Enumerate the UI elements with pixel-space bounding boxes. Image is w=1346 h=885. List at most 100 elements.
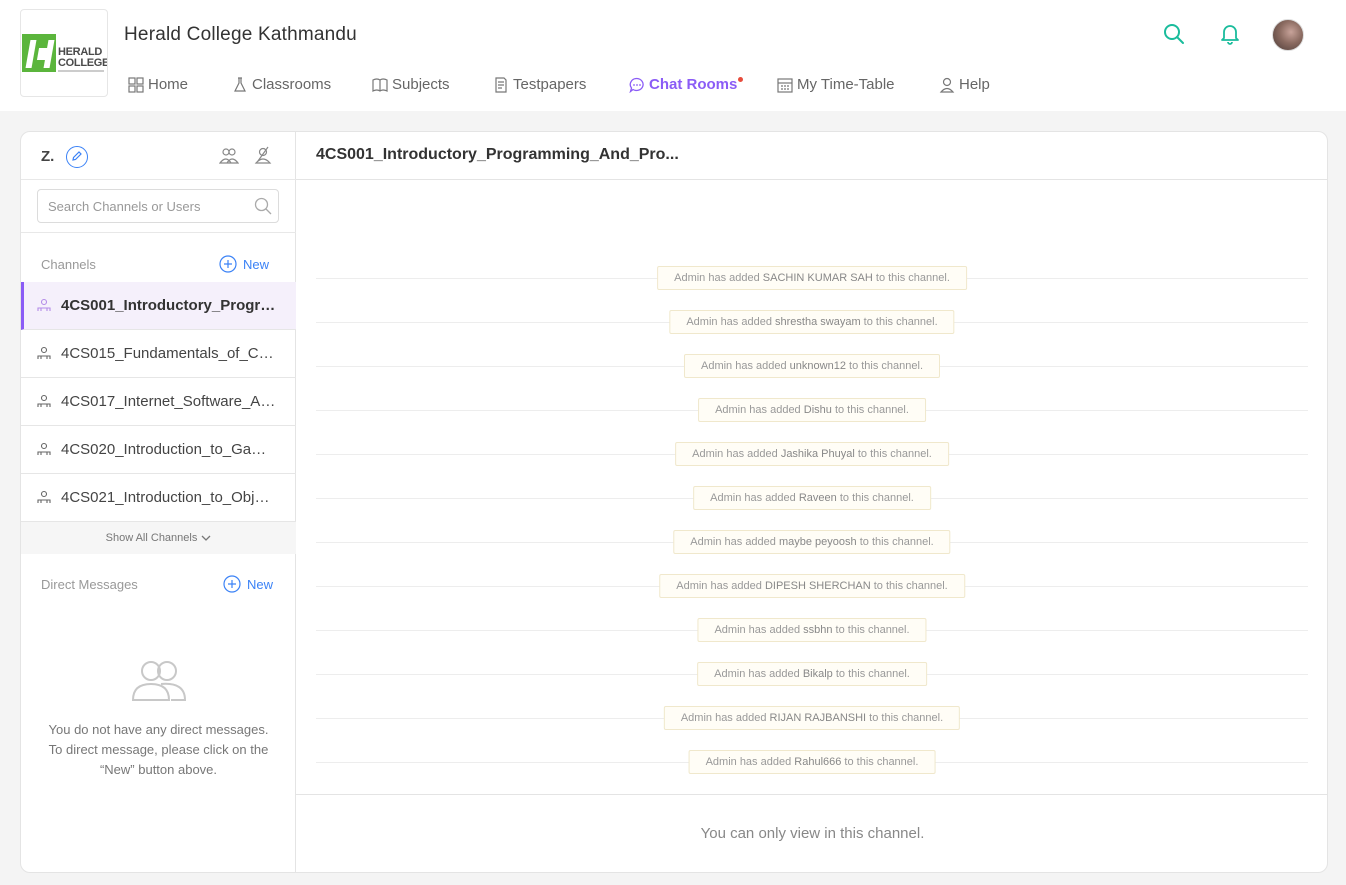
system-message: Admin has added unknown12 to this channe… xyxy=(316,354,1308,378)
msg-prefix: Admin has added xyxy=(692,448,778,460)
msg-suffix: to this channel. xyxy=(849,360,924,372)
msg-suffix: to this channel. xyxy=(857,448,932,460)
channel-item[interactable]: 4CS001_Introductory_Programming_And_Prob… xyxy=(21,282,296,330)
msg-prefix: Admin has added xyxy=(680,712,767,724)
channels-title: Channels xyxy=(41,257,96,272)
chat-title: 4CS001_Introductory_Programming_And_Pro.… xyxy=(316,146,679,163)
search-icon[interactable] xyxy=(254,197,272,220)
grid-icon xyxy=(128,76,144,93)
channel-list: 4CS001_Introductory_Programming_And_Prob… xyxy=(21,282,296,522)
nav-subjects[interactable]: Subjects xyxy=(372,76,450,93)
bell-icon[interactable] xyxy=(1220,23,1240,50)
chat-area: 4CS001_Introductory_Programming_And_Pro.… xyxy=(296,132,1327,872)
channel-item[interactable]: 4CS020_Introduction_to_Games_Development xyxy=(21,426,296,474)
channel-item[interactable]: 4CS015_Fundamentals_of_Computing xyxy=(21,330,296,378)
nav-my-time-table[interactable]: My Time-Table xyxy=(777,76,895,93)
dm-empty-state xyxy=(21,660,296,707)
channel-group-icon xyxy=(37,346,51,365)
msg-user-name: maybe peyoosh xyxy=(778,536,857,548)
msg-suffix: to this channel. xyxy=(835,668,910,680)
new-dm-button[interactable]: New xyxy=(223,575,273,593)
msg-user-name: unknown12 xyxy=(789,360,846,372)
chat-icon xyxy=(629,77,644,93)
channels-section-header: Channels New xyxy=(21,253,296,277)
new-channel-button[interactable]: New xyxy=(219,255,269,273)
logo-mark xyxy=(22,34,56,72)
system-message-pill: Admin has added Dishu to this channel. xyxy=(698,398,926,422)
msg-user-name: SACHIN KUMAR SAH xyxy=(762,272,873,284)
msg-suffix: to this channel. xyxy=(835,624,910,636)
system-message-pill: Admin has added Jashika Phuyal to this c… xyxy=(675,442,949,466)
msg-user-name: Raveen xyxy=(798,492,837,504)
chat-rooms-panel: Z. Channels New xyxy=(20,131,1328,873)
msg-suffix: to this channel. xyxy=(869,712,944,724)
show-all-channels-button[interactable]: Show All Channels xyxy=(21,522,296,554)
user-slash-icon[interactable] xyxy=(254,146,272,169)
system-message-pill: Admin has added shrestha swayam to this … xyxy=(669,310,955,334)
system-message: Admin has added ssbhn to this channel. xyxy=(316,618,1308,642)
college-name: Herald College Kathmandu xyxy=(124,24,357,45)
msg-prefix: Admin has added xyxy=(710,492,796,504)
system-message: Admin has added SACHIN KUMAR SAH to this… xyxy=(316,266,1308,290)
msg-suffix: to this channel. xyxy=(875,272,950,284)
msg-suffix: to this channel. xyxy=(834,404,909,416)
pencil-icon xyxy=(72,151,82,161)
system-message-pill: Admin has added unknown12 to this channe… xyxy=(683,354,941,378)
channel-item[interactable]: 4CS017_Internet_Software_Architecture xyxy=(21,378,296,426)
msg-suffix: to this channel. xyxy=(839,492,914,504)
channel-group-icon xyxy=(37,394,51,413)
channel-item[interactable]: 4CS021_Introduction_to_Object_Oriented_P… xyxy=(21,474,296,522)
sidebar-header: Z. xyxy=(21,132,296,180)
msg-prefix: Admin has added xyxy=(686,316,772,328)
msg-user-name: Jashika Phuyal xyxy=(780,448,855,460)
msg-prefix: Admin has added xyxy=(715,404,801,416)
nav-time-table-label: My Time-Table xyxy=(797,76,895,93)
msg-user-name: RIJAN RAJBANSHI xyxy=(769,712,867,724)
channel-label: 4CS001_Introductory_Programming_And_Prob… xyxy=(61,297,277,314)
msg-user-name: DIPESH SHERCHAN xyxy=(764,580,871,592)
nav-home[interactable]: Home xyxy=(128,76,188,93)
nav-classrooms[interactable]: Classrooms xyxy=(232,76,331,93)
system-message: Admin has added Raveen to this channel. xyxy=(316,486,1308,510)
search-icon[interactable] xyxy=(1163,23,1185,50)
top-header: HERALD COLLEGE Herald College Kathmandu … xyxy=(0,0,1346,111)
plus-circle-icon xyxy=(223,575,241,593)
nav-help[interactable]: Help xyxy=(939,76,990,93)
group-users-icon[interactable] xyxy=(218,147,240,170)
edit-profile-button[interactable] xyxy=(66,146,88,168)
users-empty-icon xyxy=(131,661,186,701)
document-icon xyxy=(495,76,507,93)
system-message: Admin has added Bikalp to this channel. xyxy=(316,662,1308,686)
plus-circle-icon xyxy=(219,255,237,273)
view-only-notice: You can only view in this channel. xyxy=(700,825,925,842)
dm-title: Direct Messages xyxy=(41,577,138,592)
channels-sidebar: Z. Channels New xyxy=(21,132,296,872)
logo-text-line2: COLLEGE xyxy=(58,57,108,69)
msg-prefix: Admin has added xyxy=(705,756,792,768)
system-message: Admin has added RIJAN RAJBANSHI to this … xyxy=(316,706,1308,730)
system-message: Admin has added DIPESH SHERCHAN to this … xyxy=(316,574,1308,598)
search-box xyxy=(37,189,279,223)
dm-section-header: Direct Messages New xyxy=(21,573,296,597)
system-message: Admin has added maybe peyoosh to this ch… xyxy=(316,530,1308,554)
system-message: Admin has added Jashika Phuyal to this c… xyxy=(316,442,1308,466)
channel-label: 4CS020_Introduction_to_Games_Development xyxy=(61,441,277,458)
msg-prefix: Admin has added xyxy=(714,624,801,636)
dm-empty-text: You do not have any direct messages. To … xyxy=(48,722,269,777)
nav-testpapers[interactable]: Testpapers xyxy=(493,76,586,93)
search-area xyxy=(21,180,296,233)
chat-header: 4CS001_Introductory_Programming_And_Pro.… xyxy=(296,132,1327,180)
nav-classrooms-label: Classrooms xyxy=(252,76,332,93)
chat-footer: You can only view in this channel. xyxy=(296,794,1327,872)
main-nav: Home Classrooms Subjects Testpapers Chat… xyxy=(0,70,1346,102)
search-channels-input[interactable] xyxy=(48,190,248,222)
nav-chat-rooms[interactable]: Chat Rooms xyxy=(629,76,737,93)
msg-user-name: ssbhn xyxy=(803,624,833,636)
new-channel-label: New xyxy=(243,256,270,272)
channel-label: 4CS021_Introduction_to_Object_Oriented_P… xyxy=(61,489,277,506)
user-avatar[interactable] xyxy=(1272,19,1304,51)
nav-home-label: Home xyxy=(148,76,189,93)
system-message: Admin has added Dishu to this channel. xyxy=(316,398,1308,422)
system-message: Admin has added Rahul666 to this channel… xyxy=(316,750,1308,774)
calendar-icon xyxy=(777,77,793,93)
